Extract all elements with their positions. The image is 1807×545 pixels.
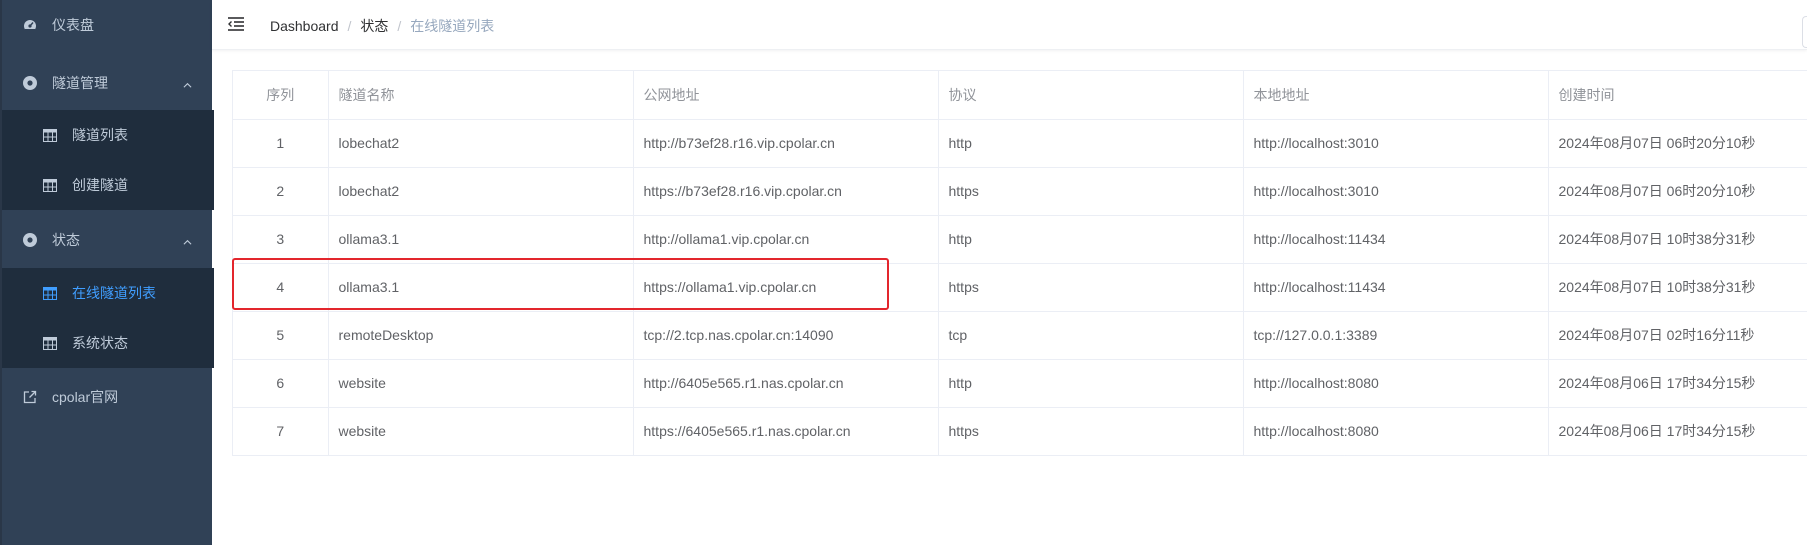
cell-public-url: https://ollama1.vip.cpolar.cn xyxy=(633,263,939,312)
external-link-icon xyxy=(22,389,38,405)
top-navbar: Dashboard / 状态 / 在线隧道列表 xyxy=(212,0,1807,50)
sidebar-item-label: 隧道管理 xyxy=(52,75,108,91)
cell-protocol: http xyxy=(938,359,1244,408)
cell-created-time: 2024年08月07日 02时16分11秒 xyxy=(1548,311,1807,360)
cell-tunnel-name: website xyxy=(328,407,634,456)
cell-public-url: https://6405e565.r1.nas.cpolar.cn xyxy=(633,407,939,456)
sidebar: 仪表盘 隧道管理 隧道列表 创建隧道 状态 在线隧道列表 系统状态 cpolar… xyxy=(0,0,214,545)
cell-local-address: tcp://127.0.0.1:3389 xyxy=(1243,311,1549,360)
cell-public-url: tcp://2.tcp.nas.cpolar.cn:14090 xyxy=(633,311,939,360)
cell-created-time: 2024年08月07日 06时20分10秒 xyxy=(1548,119,1807,168)
cell-local-address: http://localhost:8080 xyxy=(1243,359,1549,408)
breadcrumb-current: 在线隧道列表 xyxy=(410,18,495,34)
dashboard-icon xyxy=(22,17,38,33)
table-row: 5 remoteDesktop tcp://2.tcp.nas.cpolar.c… xyxy=(233,311,1807,360)
cell-created-time: 2024年08月07日 10时38分31秒 xyxy=(1548,263,1807,312)
cell-created-time: 2024年08月06日 17时34分15秒 xyxy=(1548,359,1807,408)
cell-index: 3 xyxy=(233,215,329,264)
gear-icon xyxy=(22,75,38,91)
cell-local-address: http://localhost:11434 xyxy=(1243,263,1549,312)
table-row: 3 ollama3.1 http://ollama1.vip.cpolar.cn… xyxy=(233,215,1807,264)
sidebar-item-label: 系统状态 xyxy=(72,335,128,351)
cell-created-time: 2024年08月07日 06时20分10秒 xyxy=(1548,167,1807,216)
breadcrumb-status[interactable]: 状态 xyxy=(360,16,388,36)
cell-protocol: https xyxy=(938,407,1244,456)
cell-tunnel-name: remoteDesktop xyxy=(328,311,634,360)
table-row-highlighted: 4 ollama3.1 https://ollama1.vip.cpolar.c… xyxy=(233,263,1807,312)
sidebar-item-label: 创建隧道 xyxy=(72,177,128,193)
cell-local-address: http://localhost:8080 xyxy=(1243,407,1549,456)
table-icon xyxy=(42,285,58,301)
navbar-right-control[interactable] xyxy=(1802,16,1807,48)
cell-index: 5 xyxy=(233,311,329,360)
breadcrumb: Dashboard / 状态 / 在线隧道列表 xyxy=(270,16,494,36)
column-header-tunnel-name: 隧道名称 xyxy=(328,71,634,120)
cell-created-time: 2024年08月06日 17时34分15秒 xyxy=(1548,407,1807,456)
cell-protocol: http xyxy=(938,119,1244,168)
menu-fold-icon[interactable] xyxy=(228,16,246,32)
cell-public-url: http://6405e565.r1.nas.cpolar.cn xyxy=(633,359,939,408)
table-icon xyxy=(42,127,58,143)
breadcrumb-separator: / xyxy=(397,18,402,34)
column-header-index: 序列 xyxy=(233,71,329,120)
sidebar-item-online-tunnel-list[interactable]: 在线隧道列表 xyxy=(2,268,214,318)
cell-tunnel-name: website xyxy=(328,359,634,408)
table-icon xyxy=(42,335,58,351)
chevron-up-icon xyxy=(183,82,192,88)
gear-icon xyxy=(22,232,38,248)
cell-protocol: https xyxy=(938,263,1244,312)
cell-public-url: http://b73ef28.r16.vip.cpolar.cn xyxy=(633,119,939,168)
sidebar-item-dashboard[interactable]: 仪表盘 xyxy=(2,0,214,50)
cell-index: 6 xyxy=(233,359,329,408)
cell-protocol: https xyxy=(938,167,1244,216)
column-header-local-address: 本地地址 xyxy=(1243,71,1549,120)
table-row: 7 website https://6405e565.r1.nas.cpolar… xyxy=(233,407,1807,456)
chevron-up-icon xyxy=(183,239,192,245)
sidebar-item-tunnel-management[interactable]: 隧道管理 xyxy=(2,58,214,108)
tunnel-table: 序列 隧道名称 公网地址 协议 本地地址 创建时间 1 lobechat2 ht… xyxy=(232,70,1807,456)
sidebar-item-label: 状态 xyxy=(52,232,80,248)
cell-local-address: http://localhost:11434 xyxy=(1243,215,1549,264)
cell-tunnel-name: ollama3.1 xyxy=(328,263,634,312)
column-header-protocol: 协议 xyxy=(938,71,1244,120)
sidebar-item-label: 仪表盘 xyxy=(52,17,94,33)
sidebar-item-system-status[interactable]: 系统状态 xyxy=(2,318,214,368)
breadcrumb-separator: / xyxy=(347,18,352,34)
sidebar-item-label: 在线隧道列表 xyxy=(72,285,156,301)
submenu-status: 在线隧道列表 系统状态 xyxy=(2,268,214,368)
column-header-public-url: 公网地址 xyxy=(633,71,939,120)
submenu-tunnel-management: 隧道列表 创建隧道 xyxy=(2,110,214,210)
cell-protocol: http xyxy=(938,215,1244,264)
sidebar-item-status[interactable]: 状态 xyxy=(2,215,214,265)
cell-protocol: tcp xyxy=(938,311,1244,360)
cell-local-address: http://localhost:3010 xyxy=(1243,167,1549,216)
table-icon xyxy=(42,177,58,193)
sidebar-item-tunnel-list[interactable]: 隧道列表 xyxy=(2,110,214,160)
sidebar-item-create-tunnel[interactable]: 创建隧道 xyxy=(2,160,214,210)
sidebar-item-cpolar-website[interactable]: cpolar官网 xyxy=(2,372,214,422)
table-row: 1 lobechat2 http://b73ef28.r16.vip.cpola… xyxy=(233,119,1807,168)
cell-public-url: http://ollama1.vip.cpolar.cn xyxy=(633,215,939,264)
table-row: 2 lobechat2 https://b73ef28.r16.vip.cpol… xyxy=(233,167,1807,216)
column-header-created-time: 创建时间 xyxy=(1548,71,1807,120)
cell-public-url: https://b73ef28.r16.vip.cpolar.cn xyxy=(633,167,939,216)
cell-index: 7 xyxy=(233,407,329,456)
cell-index: 4 xyxy=(233,263,329,312)
cell-tunnel-name: lobechat2 xyxy=(328,119,634,168)
cell-tunnel-name: lobechat2 xyxy=(328,167,634,216)
table-row: 6 website http://6405e565.r1.nas.cpolar.… xyxy=(233,359,1807,408)
cell-created-time: 2024年08月07日 10时38分31秒 xyxy=(1548,215,1807,264)
sidebar-item-label: 隧道列表 xyxy=(72,127,128,143)
app-root: 仪表盘 隧道管理 隧道列表 创建隧道 状态 在线隧道列表 系统状态 cpolar… xyxy=(0,0,1807,545)
table-header-row: 序列 隧道名称 公网地址 协议 本地地址 创建时间 xyxy=(233,71,1807,120)
breadcrumb-dashboard[interactable]: Dashboard xyxy=(270,18,339,34)
sidebar-item-label: cpolar官网 xyxy=(52,389,119,405)
cell-index: 2 xyxy=(233,167,329,216)
cell-tunnel-name: ollama3.1 xyxy=(328,215,634,264)
cell-local-address: http://localhost:3010 xyxy=(1243,119,1549,168)
cell-index: 1 xyxy=(233,119,329,168)
